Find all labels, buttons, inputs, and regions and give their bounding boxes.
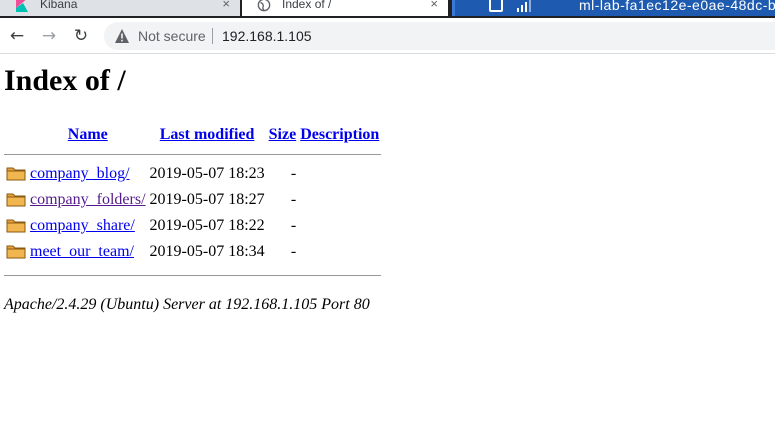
back-arrow-icon[interactable]: ← (8, 27, 26, 45)
divider (4, 274, 382, 276)
pin-icon[interactable] (489, 0, 503, 12)
icon-column-header (4, 123, 28, 147)
table-row: company_folders/ 2019-05-07 18:27 - (4, 187, 381, 213)
close-icon[interactable]: × (222, 0, 230, 11)
folder-icon (6, 243, 26, 259)
size-cell: - (290, 191, 297, 208)
directory-listing: Name Last modified Size Description comp… (4, 123, 382, 285)
page-content: Index of / Name Last modified Size Descr… (0, 55, 775, 432)
last-modified-cell: 2019-05-07 18:22 (149, 217, 265, 234)
reload-icon[interactable]: ↻ (72, 27, 90, 45)
divider (212, 28, 213, 44)
last-modified-cell: 2019-05-07 18:23 (149, 165, 265, 182)
column-header-size: Size (267, 123, 299, 147)
folder-link-meet-our-team[interactable]: meet_our_team/ (30, 243, 134, 260)
size-cell: - (290, 217, 297, 234)
remote-session-bar: ml-lab-fa1ec12e-e0ae-48dc-b (452, 0, 775, 16)
column-header-description: Description (298, 123, 381, 147)
size-cell: - (290, 243, 297, 260)
column-header-last-modified: Last modified (148, 123, 267, 147)
folder-link-company-share[interactable]: company_share/ (30, 217, 135, 234)
tab-title: Kibana (40, 0, 78, 11)
tab-index-of[interactable]: Index of / × (242, 0, 448, 16)
listing-body: company_blog/ 2019-05-07 18:23 - company… (4, 161, 382, 285)
divider (4, 153, 382, 155)
security-status[interactable]: Not secure (138, 28, 206, 44)
remote-host-name: ml-lab-fa1ec12e-e0ae-48dc-b (579, 0, 775, 13)
kibana-icon (16, 0, 28, 12)
close-icon[interactable]: × (430, 0, 438, 11)
description-cell (298, 213, 381, 239)
table-row: meet_our_team/ 2019-05-07 18:34 - (4, 239, 381, 265)
description-cell (298, 161, 381, 187)
description-cell (298, 187, 381, 213)
folder-icon (6, 217, 26, 233)
tab-strip: Kibana × Index of / × ml-lab-fa1ec12e-e0… (0, 0, 775, 18)
column-header-name: Name (28, 123, 148, 147)
last-modified-cell: 2019-05-07 18:34 (149, 243, 265, 260)
sort-by-last-modified-link[interactable]: Last modified (160, 126, 255, 143)
size-cell: - (290, 165, 297, 182)
server-signature: Apache/2.4.29 (Ubuntu) Server at 192.168… (4, 296, 370, 313)
page-title: Index of / (4, 64, 126, 97)
tab-kibana[interactable]: Kibana × (0, 0, 240, 16)
browser-toolbar: ← → ↻ Not secure 192.168.1.105 (0, 18, 775, 54)
folder-link-company-blog[interactable]: company_blog/ (30, 165, 130, 182)
forward-arrow-icon[interactable]: → (40, 27, 58, 45)
folder-link-company-folders[interactable]: company_folders/ (30, 191, 146, 208)
globe-icon (257, 0, 271, 12)
last-modified-cell: 2019-05-07 18:27 (149, 191, 265, 208)
connection-quality-icon (517, 0, 531, 12)
table-row: company_blog/ 2019-05-07 18:23 - (4, 161, 381, 187)
sort-by-size-link[interactable]: Size (269, 126, 297, 143)
address-bar[interactable]: Not secure 192.168.1.105 (104, 22, 775, 50)
header-row: Name Last modified Size Description (4, 123, 381, 147)
table-row: company_share/ 2019-05-07 18:22 - (4, 213, 381, 239)
url-text[interactable]: 192.168.1.105 (222, 28, 312, 44)
sort-by-name-link[interactable]: Name (68, 126, 108, 143)
warning-icon[interactable] (114, 28, 130, 44)
description-cell (298, 239, 381, 265)
folder-icon (6, 191, 26, 207)
folder-icon (6, 165, 26, 181)
sort-by-description-link[interactable]: Description (300, 126, 379, 143)
tab-title: Index of / (282, 0, 332, 11)
